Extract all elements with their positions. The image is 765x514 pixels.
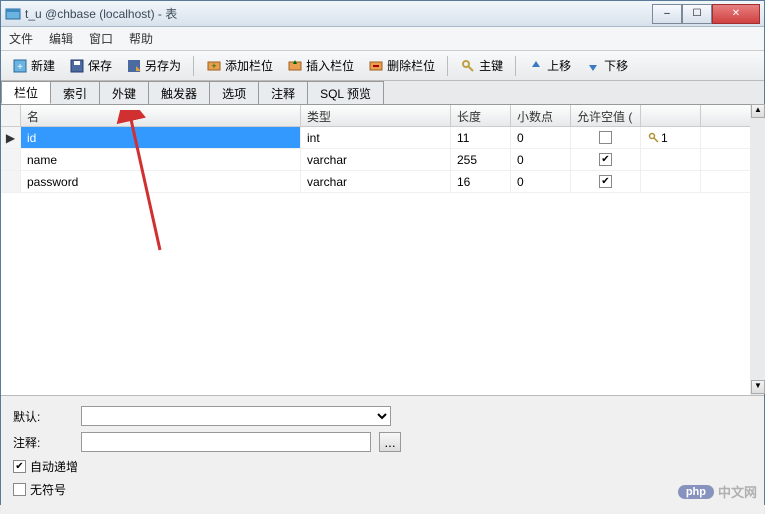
cell-type[interactable]: varchar bbox=[301, 149, 451, 170]
separator bbox=[447, 56, 448, 76]
tab-comment[interactable]: 注释 bbox=[258, 81, 308, 104]
cell-name[interactable]: password bbox=[21, 171, 301, 192]
svg-text:+: + bbox=[17, 62, 23, 73]
menubar: 文件 编辑 窗口 帮助 bbox=[1, 27, 764, 51]
cell-decimal[interactable]: 0 bbox=[511, 171, 571, 192]
default-select[interactable] bbox=[81, 406, 391, 426]
cell-length[interactable]: 16 bbox=[451, 171, 511, 192]
fields-grid[interactable]: 名 类型 长度 小数点 允许空值 ( ▶ id int 11 0 1 name … bbox=[1, 105, 764, 395]
separator bbox=[193, 56, 194, 76]
delete-field-icon bbox=[368, 58, 384, 74]
grid-header: 名 类型 长度 小数点 允许空值 ( bbox=[1, 105, 750, 127]
insert-field-icon bbox=[287, 58, 303, 74]
scroll-down-icon[interactable]: ▼ bbox=[751, 380, 765, 394]
arrow-down-icon bbox=[585, 58, 601, 74]
checkbox-icon[interactable]: ✔ bbox=[599, 153, 612, 166]
window-frame: t_u @chbase (localhost) - 表 – ☐ ✕ 文件 编辑 … bbox=[0, 0, 765, 505]
separator bbox=[515, 56, 516, 76]
table-row[interactable]: ▶ id int 11 0 1 bbox=[1, 127, 750, 149]
table-row[interactable]: password varchar 16 0 ✔ bbox=[1, 171, 750, 193]
cell-allow-null[interactable] bbox=[571, 127, 641, 148]
cell-type[interactable]: varchar bbox=[301, 171, 451, 192]
cell-length[interactable]: 11 bbox=[451, 127, 511, 148]
field-properties-panel: 默认: 注释: ... ✔ 自动递增 无符号 bbox=[1, 395, 764, 514]
toolbar: + 新建 保存 另存为 + 添加栏位 插入栏位 删除栏位 主键 bbox=[1, 51, 764, 81]
header-length[interactable]: 长度 bbox=[451, 105, 511, 126]
comment-label: 注释: bbox=[13, 434, 73, 451]
cell-decimal[interactable]: 0 bbox=[511, 127, 571, 148]
checkbox-icon[interactable]: ✔ bbox=[599, 175, 612, 188]
cell-length[interactable]: 255 bbox=[451, 149, 511, 170]
tab-foreign-keys[interactable]: 外键 bbox=[99, 81, 149, 104]
table-row[interactable]: name varchar 255 0 ✔ bbox=[1, 149, 750, 171]
header-type[interactable]: 类型 bbox=[301, 105, 451, 126]
window-title: t_u @chbase (localhost) - 表 bbox=[25, 5, 652, 22]
save-icon bbox=[69, 58, 85, 74]
tab-fields[interactable]: 栏位 bbox=[1, 81, 51, 104]
scroll-up-icon[interactable]: ▲ bbox=[751, 104, 765, 118]
move-down-button[interactable]: 下移 bbox=[580, 55, 633, 76]
tab-indexes[interactable]: 索引 bbox=[50, 81, 100, 104]
tab-sql-preview[interactable]: SQL 预览 bbox=[307, 81, 384, 104]
tabs: 栏位 索引 外键 触发器 选项 注释 SQL 预览 bbox=[1, 81, 764, 105]
cell-key[interactable]: 1 bbox=[641, 127, 701, 148]
cell-name[interactable]: name bbox=[21, 149, 301, 170]
row-indicator-icon: ▶ bbox=[1, 127, 21, 148]
cell-decimal[interactable]: 0 bbox=[511, 149, 571, 170]
move-up-button[interactable]: 上移 bbox=[523, 55, 576, 76]
tab-triggers[interactable]: 触发器 bbox=[148, 81, 210, 104]
header-decimal[interactable]: 小数点 bbox=[511, 105, 571, 126]
arrow-up-icon bbox=[528, 58, 544, 74]
delete-field-button[interactable]: 删除栏位 bbox=[363, 55, 440, 76]
cell-allow-null[interactable]: ✔ bbox=[571, 171, 641, 192]
auto-increment-checkbox[interactable]: ✔ bbox=[13, 460, 26, 473]
cell-key[interactable] bbox=[641, 171, 701, 192]
auto-increment-label: 自动递增 bbox=[30, 458, 78, 475]
cell-key[interactable] bbox=[641, 149, 701, 170]
header-allow-null[interactable]: 允许空值 ( bbox=[571, 105, 641, 126]
close-button[interactable]: ✕ bbox=[712, 4, 760, 24]
tab-options[interactable]: 选项 bbox=[209, 81, 259, 104]
window-controls: – ☐ ✕ bbox=[652, 4, 760, 24]
titlebar[interactable]: t_u @chbase (localhost) - 表 – ☐ ✕ bbox=[1, 1, 764, 27]
comment-more-button[interactable]: ... bbox=[379, 432, 401, 452]
menu-help[interactable]: 帮助 bbox=[129, 30, 153, 47]
checkbox-icon[interactable] bbox=[599, 131, 612, 144]
comment-input[interactable] bbox=[81, 432, 371, 452]
menu-file[interactable]: 文件 bbox=[9, 30, 33, 47]
save-as-icon bbox=[126, 58, 142, 74]
header-name[interactable]: 名 bbox=[21, 105, 301, 126]
app-icon bbox=[5, 6, 21, 22]
new-button[interactable]: + 新建 bbox=[7, 55, 60, 76]
menu-edit[interactable]: 编辑 bbox=[49, 30, 73, 47]
default-label: 默认: bbox=[13, 408, 73, 425]
maximize-button[interactable]: ☐ bbox=[682, 4, 712, 24]
save-button[interactable]: 保存 bbox=[64, 55, 117, 76]
add-field-icon: + bbox=[206, 58, 222, 74]
cell-type[interactable]: int bbox=[301, 127, 451, 148]
minimize-button[interactable]: – bbox=[652, 4, 682, 24]
unsigned-checkbox[interactable] bbox=[13, 483, 26, 496]
svg-text:+: + bbox=[211, 61, 216, 71]
key-icon bbox=[460, 58, 476, 74]
save-as-button[interactable]: 另存为 bbox=[121, 55, 186, 76]
new-icon: + bbox=[12, 58, 28, 74]
unsigned-label: 无符号 bbox=[30, 481, 66, 498]
primary-key-button[interactable]: 主键 bbox=[455, 55, 508, 76]
vertical-scrollbar[interactable]: ▲ ▼ bbox=[751, 104, 765, 394]
cell-allow-null[interactable]: ✔ bbox=[571, 149, 641, 170]
key-icon bbox=[647, 131, 661, 145]
add-field-button[interactable]: + 添加栏位 bbox=[201, 55, 278, 76]
menu-window[interactable]: 窗口 bbox=[89, 30, 113, 47]
cell-name[interactable]: id bbox=[21, 127, 301, 148]
insert-field-button[interactable]: 插入栏位 bbox=[282, 55, 359, 76]
